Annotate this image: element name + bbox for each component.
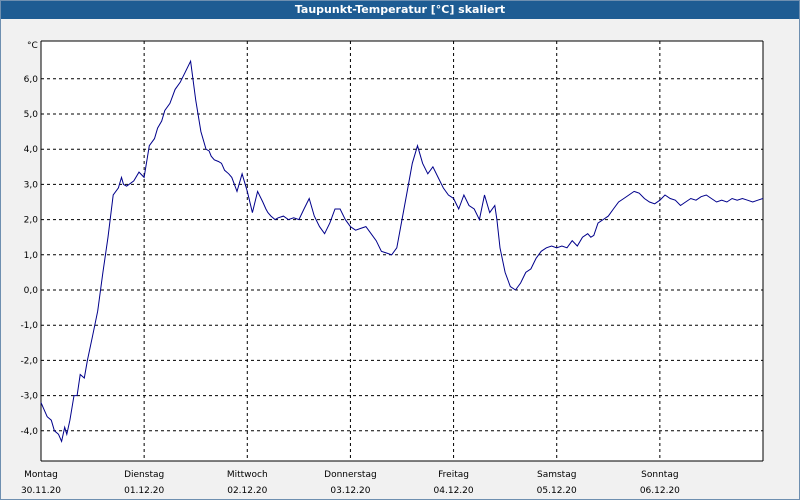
y-tick-label: -3,0 xyxy=(20,392,38,402)
x-tick-date: 01.12.20 xyxy=(124,486,164,496)
x-tick-date: 05.12.20 xyxy=(537,486,577,496)
x-tick-date: 03.12.20 xyxy=(330,486,370,496)
x-tick-day: Mittwoch xyxy=(227,470,268,480)
x-tick-day: Donnerstag xyxy=(324,470,377,480)
y-tick-label: 6,0 xyxy=(24,75,39,85)
x-tick-day: Samstag xyxy=(537,470,576,480)
x-tick-date: 30.11.20 xyxy=(21,486,61,496)
x-tick-day: Montag xyxy=(24,470,58,480)
y-unit-label: °C xyxy=(27,41,38,51)
y-tick-label: 5,0 xyxy=(24,110,39,120)
grid xyxy=(41,41,763,461)
y-tick-label: -2,0 xyxy=(20,356,38,366)
y-tick-label: -4,0 xyxy=(20,427,38,437)
plot-background xyxy=(41,41,763,461)
chart-plot: 6,0 5,0 4,0 3,0 2,0 1,0 0,0 -1,0 -2,0 -3,0 -4,0 °C M… xyxy=(20,40,764,496)
y-tick-label: -1,0 xyxy=(20,321,38,331)
x-tick-date: 02.12.20 xyxy=(227,486,267,496)
y-tick-label: 1,0 xyxy=(24,251,39,261)
x-tick-date: 06.12.20 xyxy=(640,486,680,496)
x-tick-date: 04.12.20 xyxy=(434,486,474,496)
y-tick-label: 3,0 xyxy=(24,180,39,190)
y-tick-label: 2,0 xyxy=(24,216,39,226)
x-tick-day: Dienstag xyxy=(124,470,164,480)
x-tick-day: Sonntag xyxy=(641,470,678,480)
chart-window: Taupunkt-Temperatur [°C] skaliert 6,0 5,0… xyxy=(0,0,800,500)
x-tick-day: Freitag xyxy=(438,470,469,480)
y-tick-label: 4,0 xyxy=(24,145,39,155)
y-tick-label: 0,0 xyxy=(24,286,39,296)
